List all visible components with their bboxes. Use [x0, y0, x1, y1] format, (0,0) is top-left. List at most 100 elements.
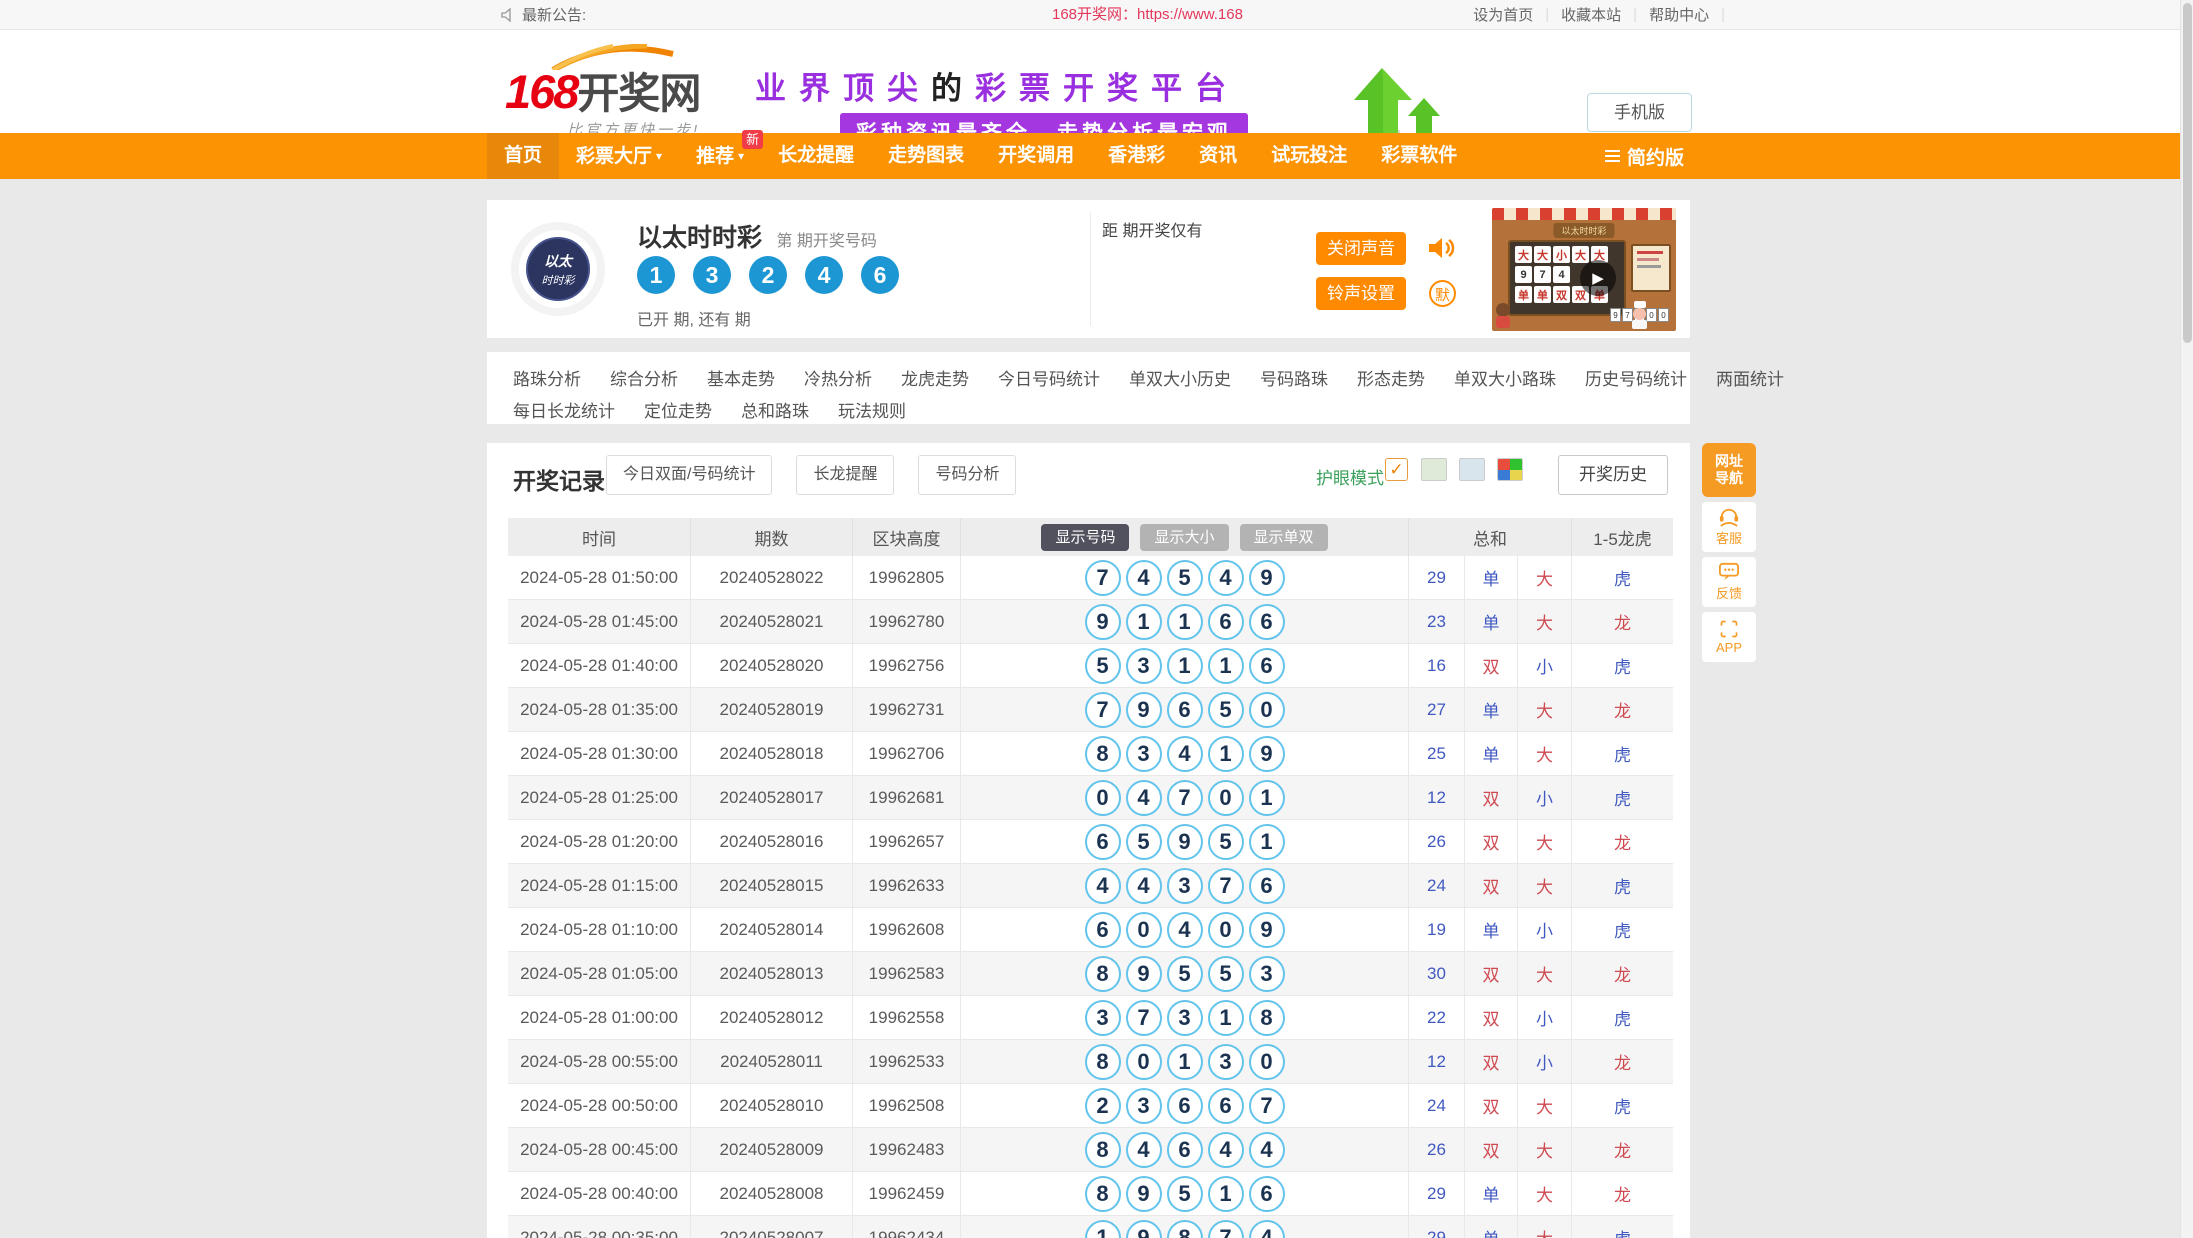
set-homepage-link[interactable]: 设为首页 — [1461, 4, 1545, 25]
table-row: 2024-05-28 01:15:00202405280151996263344… — [508, 864, 1673, 908]
quick-link[interactable]: 历史号码统计 — [1585, 365, 1687, 390]
quick-link[interactable]: 形态走势 — [1357, 365, 1425, 390]
quick-link[interactable]: 路珠分析 — [513, 365, 581, 390]
nav-item-1[interactable]: 彩票大厅▾ — [559, 133, 679, 179]
nav-item-2[interactable]: 推荐▾新 — [679, 133, 761, 179]
cell-period: 20240528008 — [691, 1172, 853, 1215]
number-ball: 9 — [1126, 956, 1162, 992]
mobile-version-button[interactable]: 手机版 — [1587, 93, 1692, 132]
number-ball: 9 — [1126, 1176, 1162, 1212]
show-numbers-button[interactable]: 显示号码 — [1041, 524, 1129, 551]
nav-item-0[interactable]: 首页 — [487, 133, 559, 179]
nav-item-8[interactable]: 试玩投注 — [1254, 133, 1364, 179]
cell-sum: 29 — [1409, 1172, 1465, 1215]
nav-item-label: 开奖调用 — [998, 145, 1074, 166]
promo-tile: 大 — [1534, 246, 1551, 263]
quick-link[interactable]: 冷热分析 — [804, 365, 872, 390]
quick-link[interactable]: 单双大小路珠 — [1454, 365, 1556, 390]
cell-numbers: 83419 — [961, 732, 1409, 775]
show-big-small-button[interactable]: 显示大小 — [1140, 524, 1228, 551]
scrollbar-thumb[interactable] — [2183, 3, 2192, 343]
number-ball: 5 — [1167, 1176, 1203, 1212]
cell-time: 2024-05-28 01:05:00 — [508, 952, 691, 995]
records-tabs: 今日双面/号码统计 长龙提醒 号码分析 — [606, 455, 1016, 495]
col-block-height: 区块高度 — [853, 518, 961, 556]
cell-block-height: 19962731 — [853, 688, 961, 731]
nav-item-7[interactable]: 资讯 — [1182, 133, 1254, 179]
cell-odd-even: 双 — [1465, 1040, 1518, 1083]
streak-reminder-button[interactable]: 长龙提醒 — [796, 455, 894, 495]
quick-link[interactable]: 每日长龙统计 — [513, 397, 615, 422]
speaker-icon[interactable] — [1427, 235, 1457, 261]
nav-item-5[interactable]: 开奖调用 — [981, 133, 1091, 179]
nav-item-9[interactable]: 彩票软件 — [1364, 133, 1474, 179]
number-ball: 9 — [1167, 824, 1203, 860]
nav-item-label: 彩票大厅 — [576, 146, 652, 167]
quick-link[interactable]: 号码路珠 — [1260, 365, 1328, 390]
cell-dragon-tiger: 虎 — [1572, 732, 1673, 775]
lottery-badge: 以太 时时彩 — [526, 237, 590, 301]
top-bar: 最新公告: 168开奖网：https://www.168 设为首页| 收藏本站|… — [0, 0, 2193, 30]
nav-item-label: 首页 — [504, 145, 542, 166]
cell-dragon-tiger: 虎 — [1572, 1084, 1673, 1127]
number-ball: 6 — [1208, 604, 1244, 640]
cell-period: 20240528007 — [691, 1216, 853, 1238]
site-url-link[interactable]: 168开奖网：https://www.168 — [1052, 0, 1243, 29]
quick-link[interactable]: 总和路珠 — [741, 397, 809, 422]
number-ball: 3 — [1208, 1044, 1244, 1080]
table-row: 2024-05-28 00:55:00202405280111996253380… — [508, 1040, 1673, 1084]
customer-service-widget[interactable]: 客服 — [1702, 502, 1756, 552]
promo-plaque: 以太时时彩 — [1553, 223, 1614, 238]
number-ball: 4 — [1167, 736, 1203, 772]
site-nav-widget[interactable]: 网址 导航 — [1702, 443, 1756, 497]
ring-settings-button[interactable]: 铃声设置 — [1316, 277, 1406, 310]
number-ball: 9 — [1249, 736, 1285, 772]
list-icon — [1605, 147, 1620, 165]
bookmark-link[interactable]: 收藏本站 — [1549, 4, 1633, 25]
cell-sum: 23 — [1409, 600, 1465, 643]
cell-block-height: 19962558 — [853, 996, 961, 1039]
history-button[interactable]: 开奖历史 — [1558, 455, 1668, 495]
show-odd-even-button[interactable]: 显示单双 — [1240, 524, 1328, 551]
quick-link[interactable]: 综合分析 — [610, 365, 678, 390]
simple-version-button[interactable]: 简约版 — [1605, 133, 1684, 179]
number-analysis-button[interactable]: 号码分析 — [918, 455, 1016, 495]
close-sound-button[interactable]: 关闭声音 — [1316, 232, 1406, 265]
quick-link[interactable]: 定位走势 — [644, 397, 712, 422]
theme-swatch-blue[interactable] — [1459, 458, 1485, 481]
cell-odd-even: 双 — [1465, 952, 1518, 995]
cell-time: 2024-05-28 01:10:00 — [508, 908, 691, 951]
theme-swatch-color[interactable] — [1497, 458, 1523, 481]
table-row: 2024-05-28 01:10:00202405280141996260860… — [508, 908, 1673, 952]
number-ball: 9 — [1249, 560, 1285, 596]
nav-item-6[interactable]: 香港彩 — [1091, 133, 1182, 179]
number-ball: 3 — [1167, 1000, 1203, 1036]
mute-icon[interactable]: 默 — [1429, 280, 1456, 307]
cell-big-small: 大 — [1518, 556, 1572, 599]
play-button[interactable]: ▶ — [1580, 260, 1616, 296]
quick-link[interactable]: 单双大小历史 — [1129, 365, 1231, 390]
cell-odd-even: 单 — [1465, 600, 1518, 643]
quick-link[interactable]: 今日号码统计 — [998, 365, 1100, 390]
logo-link[interactable]: 168开奖网 比官方更快一步! — [505, 60, 735, 140]
quick-link[interactable]: 两面统计 — [1716, 365, 1784, 390]
help-center-link[interactable]: 帮助中心 — [1637, 4, 1721, 25]
nav-item-3[interactable]: 长龙提醒 — [761, 133, 871, 179]
quick-link[interactable]: 基本走势 — [707, 365, 775, 390]
quick-link[interactable]: 龙虎走势 — [901, 365, 969, 390]
table-row: 2024-05-28 00:35:00202405280071996243419… — [508, 1216, 1673, 1238]
cell-time: 2024-05-28 01:00:00 — [508, 996, 691, 1039]
promo-tile: 单 — [1534, 286, 1551, 303]
cell-dragon-tiger: 龙 — [1572, 1172, 1673, 1215]
table-body: 2024-05-28 01:50:00202405280221996280574… — [508, 556, 1673, 1238]
number-ball: 8 — [1085, 1044, 1121, 1080]
feedback-widget[interactable]: 反馈 — [1702, 557, 1756, 607]
theme-swatch-green[interactable] — [1421, 458, 1447, 481]
app-download-widget[interactable]: APP — [1702, 612, 1756, 662]
eye-mode-checkbox[interactable]: ✓ — [1385, 458, 1408, 481]
scrollbar-track[interactable] — [2180, 0, 2193, 1238]
today-stats-button[interactable]: 今日双面/号码统计 — [606, 455, 772, 495]
quick-link[interactable]: 玩法规则 — [838, 397, 906, 422]
nav-item-4[interactable]: 走势图表 — [871, 133, 981, 179]
quick-links-row1: 路珠分析 综合分析 基本走势 冷热分析 龙虎走势 今日号码统计 单双大小历史 号码路珠 形态走势… — [487, 352, 1690, 390]
